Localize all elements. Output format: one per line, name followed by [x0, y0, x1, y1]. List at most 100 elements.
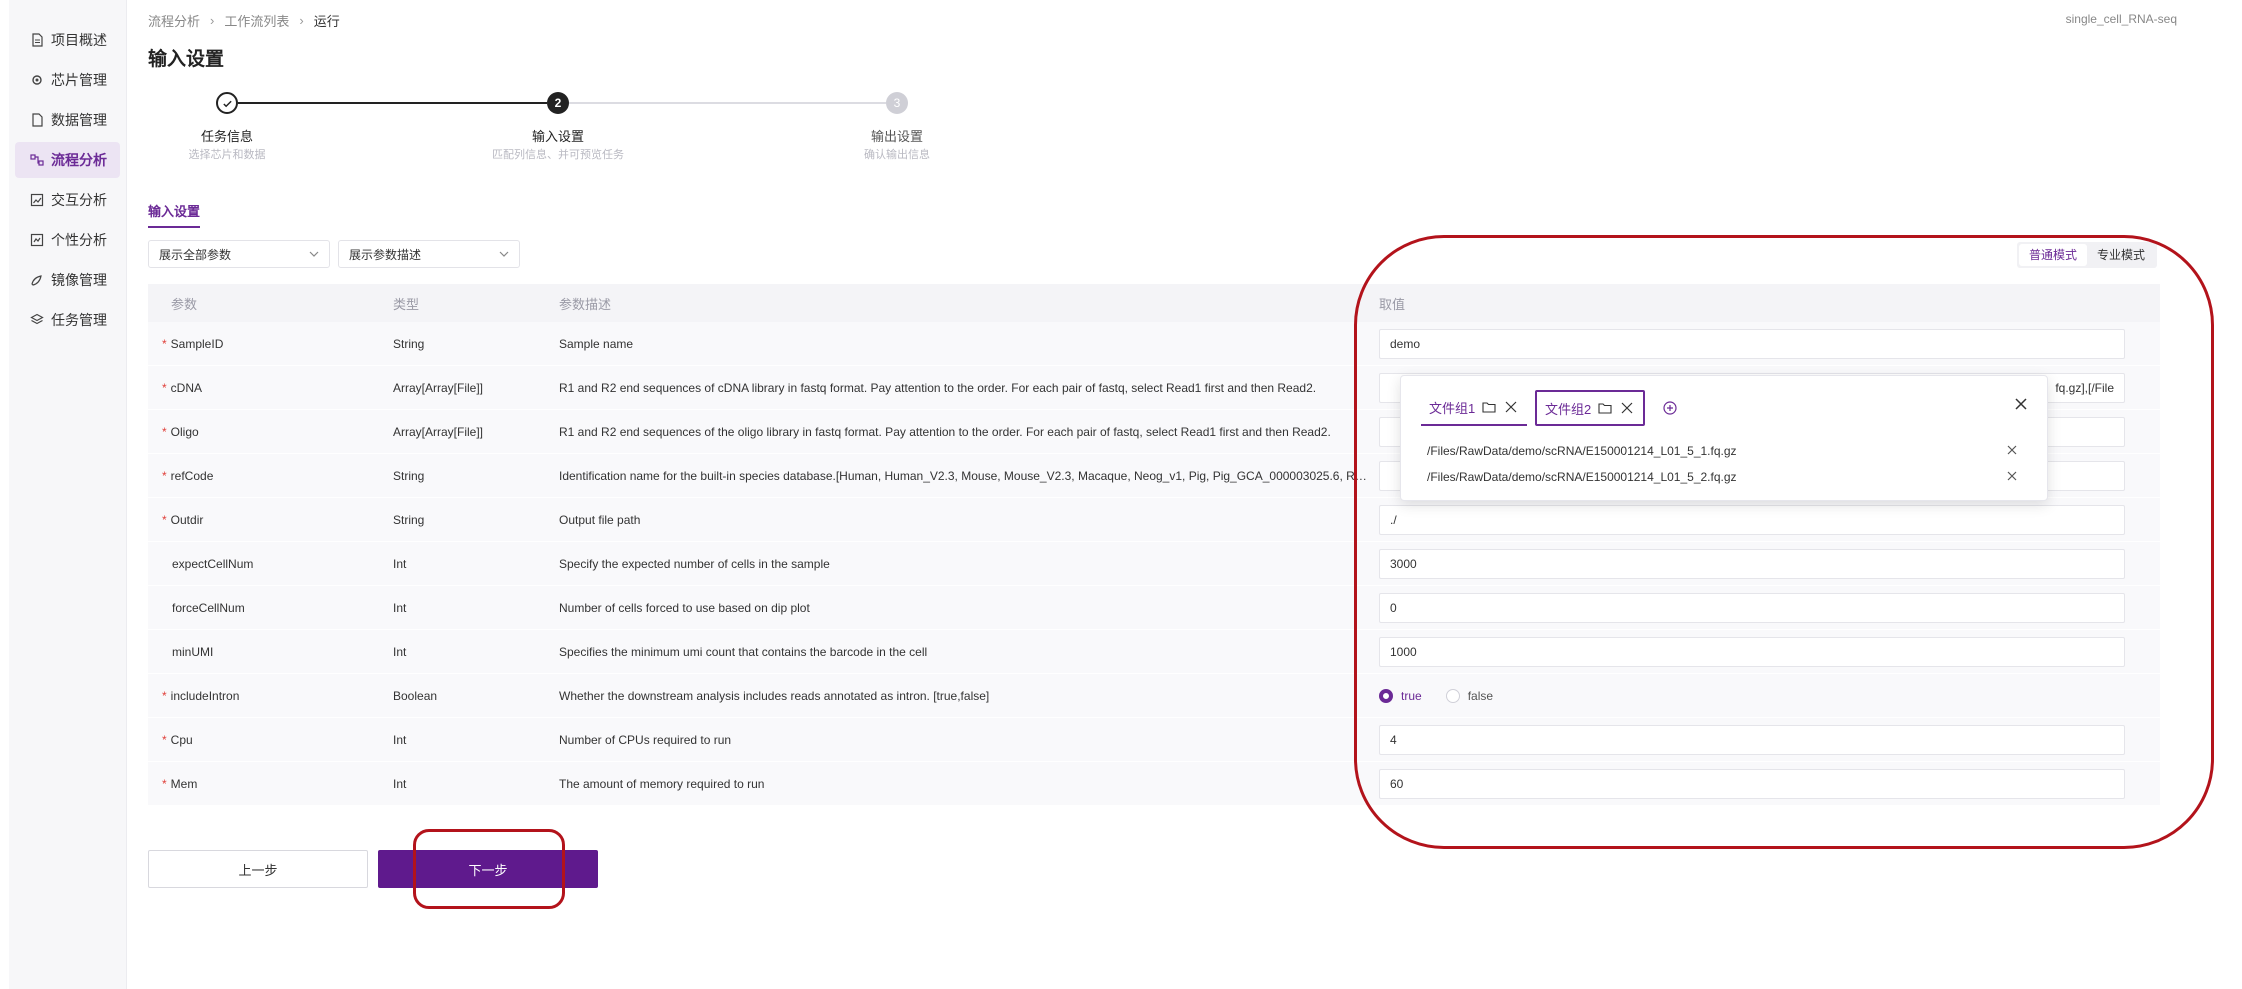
table-row: * includeIntron Boolean Whether the downs…	[148, 674, 2160, 718]
header-type: 类型	[393, 296, 420, 312]
param-type: Array[Array[File]]	[393, 424, 484, 439]
file-group-tab-2[interactable]: 文件组2	[1535, 390, 1646, 426]
value-input-forcecellnum[interactable]: 0	[1379, 592, 2125, 623]
tab-input-settings[interactable]: 输入设置	[148, 201, 201, 228]
param-desc: R1 and R2 end sequences of the oligo lib…	[559, 424, 1331, 439]
sidebar-item-label: 交互分析	[51, 192, 107, 208]
breadcrumb-item[interactable]: 工作流列表	[224, 11, 289, 30]
param-name: includeIntron	[170, 688, 240, 703]
close-popup-icon[interactable]	[2013, 396, 2029, 412]
param-type: String	[393, 468, 425, 483]
folder-icon[interactable]	[1481, 399, 1497, 415]
close-icon[interactable]	[1619, 400, 1635, 416]
desc-display-select[interactable]: 展示参数描述	[338, 240, 520, 268]
remove-file-icon[interactable]	[2006, 444, 2018, 456]
file-path-item: /Files/RawData/demo/scRNA/E150001214_L01…	[1427, 470, 1737, 484]
header-value: 取值	[1379, 296, 1406, 312]
folder-icon[interactable]	[1597, 400, 1613, 416]
radio-group-includeintron: true false	[1379, 688, 2160, 703]
table-row: expectCellNum Int Specify the expected n…	[148, 542, 2160, 586]
required-marker: *	[162, 424, 167, 439]
sidebar-item-interactive-analysis[interactable]: 交互分析	[15, 182, 120, 218]
param-desc: The amount of memory required to run	[559, 776, 765, 791]
chevron-down-icon	[309, 251, 319, 257]
workflow-icon	[29, 152, 45, 168]
breadcrumb-separator: ›	[299, 13, 304, 28]
header-desc: 参数描述	[559, 296, 612, 312]
sidebar-item-custom-analysis[interactable]: 个性分析	[15, 222, 120, 258]
sidebar-item-chip-management[interactable]: 芯片管理	[15, 62, 120, 98]
param-type: Int	[393, 600, 407, 615]
required-marker: *	[162, 380, 167, 395]
image-icon	[29, 272, 45, 288]
mode-normal-button[interactable]: 普通模式	[2019, 244, 2087, 266]
value-input-cpu[interactable]: 4	[1379, 724, 2125, 755]
radio-true[interactable]: true	[1379, 688, 1422, 703]
header-param: 参数	[171, 296, 198, 312]
param-type: String	[393, 336, 425, 351]
file-icon	[29, 112, 45, 128]
required-marker: *	[162, 776, 167, 791]
stepper: 2 3 任务信息 选择芯片和数据 输入设置 匹配列信息、并可预览任务 输出设置 …	[150, 90, 970, 170]
page-title: 输入设置	[148, 49, 225, 70]
table-row: * SampleID String Sample name demo	[148, 322, 2160, 366]
params-display-select[interactable]: 展示全部参数	[148, 240, 330, 268]
sidebar-item-data-management[interactable]: 数据管理	[15, 102, 120, 138]
step-connector-done	[238, 102, 547, 104]
step-1-desc: 选择芯片和数据	[188, 149, 266, 161]
step-1-title: 任务信息	[200, 129, 253, 144]
step-2-marker: 2	[547, 92, 569, 114]
mode-toggle: 普通模式 专业模式	[2017, 242, 2157, 268]
value-input-outdir[interactable]: ./	[1379, 504, 2125, 535]
add-file-group-icon[interactable]	[1663, 401, 1677, 415]
breadcrumb-item[interactable]: 流程分析	[148, 11, 200, 30]
param-desc: Identification name for the built-in spe…	[559, 468, 1379, 483]
mode-expert-button[interactable]: 专业模式	[2087, 244, 2155, 266]
radio-false[interactable]: false	[1445, 688, 1493, 703]
table-row: * Cpu Int Number of CPUs required to run …	[148, 718, 2160, 762]
param-name: refCode	[170, 468, 214, 483]
param-name: forceCellNum	[172, 600, 245, 615]
close-icon[interactable]	[1503, 399, 1519, 415]
sidebar-item-workflow-analysis[interactable]: 流程分析	[15, 142, 120, 178]
sidebar-item-label: 芯片管理	[51, 72, 107, 88]
param-desc: Whether the downstream analysis includes…	[559, 688, 990, 703]
document-icon	[29, 32, 45, 48]
remove-file-icon[interactable]	[2006, 470, 2018, 482]
file-group-tab-1[interactable]: 文件组1	[1421, 390, 1528, 426]
value-input-sampleid[interactable]: demo	[1379, 328, 2125, 359]
param-desc: Number of cells forced to use based on d…	[559, 600, 810, 615]
chart-icon	[29, 192, 45, 208]
param-desc: R1 and R2 end sequences of cDNA library …	[559, 380, 1317, 395]
required-marker: *	[162, 732, 167, 747]
param-desc: Specify the expected number of cells in …	[559, 556, 830, 571]
step-3-marker: 3	[886, 92, 908, 114]
sidebar-item-task-management[interactable]: 任务管理	[15, 302, 120, 338]
next-step-button[interactable]: 下一步	[378, 850, 598, 888]
step-3-title: 输出设置	[870, 129, 923, 144]
value-input-minumi[interactable]: 1000	[1379, 636, 2125, 667]
param-name: expectCellNum	[172, 556, 254, 571]
desc-display-select-value: 展示参数描述	[349, 247, 422, 262]
value-input-expectcellnum[interactable]: 3000	[1379, 548, 2125, 579]
step-2-desc: 匹配列信息、并可预览任务	[492, 149, 624, 161]
param-desc: Specifies the minimum umi count that con…	[559, 644, 928, 659]
prev-step-button[interactable]: 上一步	[148, 850, 368, 888]
breadcrumb: 流程分析 › 工作流列表 › 运行	[148, 11, 340, 30]
radio-selected-icon	[1379, 688, 1393, 703]
chip-icon	[29, 72, 45, 88]
step-1-check-icon[interactable]	[216, 92, 238, 114]
sidebar-item-project-overview[interactable]: 项目概述	[15, 22, 120, 58]
value-input-mem[interactable]: 60	[1379, 768, 2125, 799]
param-name: Oligo	[170, 424, 199, 439]
sidebar-item-image-management[interactable]: 镜像管理	[15, 262, 120, 298]
file-group-popup: 文件组1 文件组2 /Files/RawData/demo/scRNA/E150…	[1400, 375, 2048, 501]
param-desc: Output file path	[559, 512, 641, 527]
step-connector-pending	[569, 102, 886, 104]
table-row: * Mem Int The amount of memory required t…	[148, 762, 2160, 806]
file-path-item: /Files/RawData/demo/scRNA/E150001214_L01…	[1427, 444, 1737, 458]
param-type: Int	[393, 732, 407, 747]
param-type: Int	[393, 556, 407, 571]
sidebar-item-label: 镜像管理	[51, 272, 107, 288]
step-2-title: 输入设置	[531, 129, 584, 144]
